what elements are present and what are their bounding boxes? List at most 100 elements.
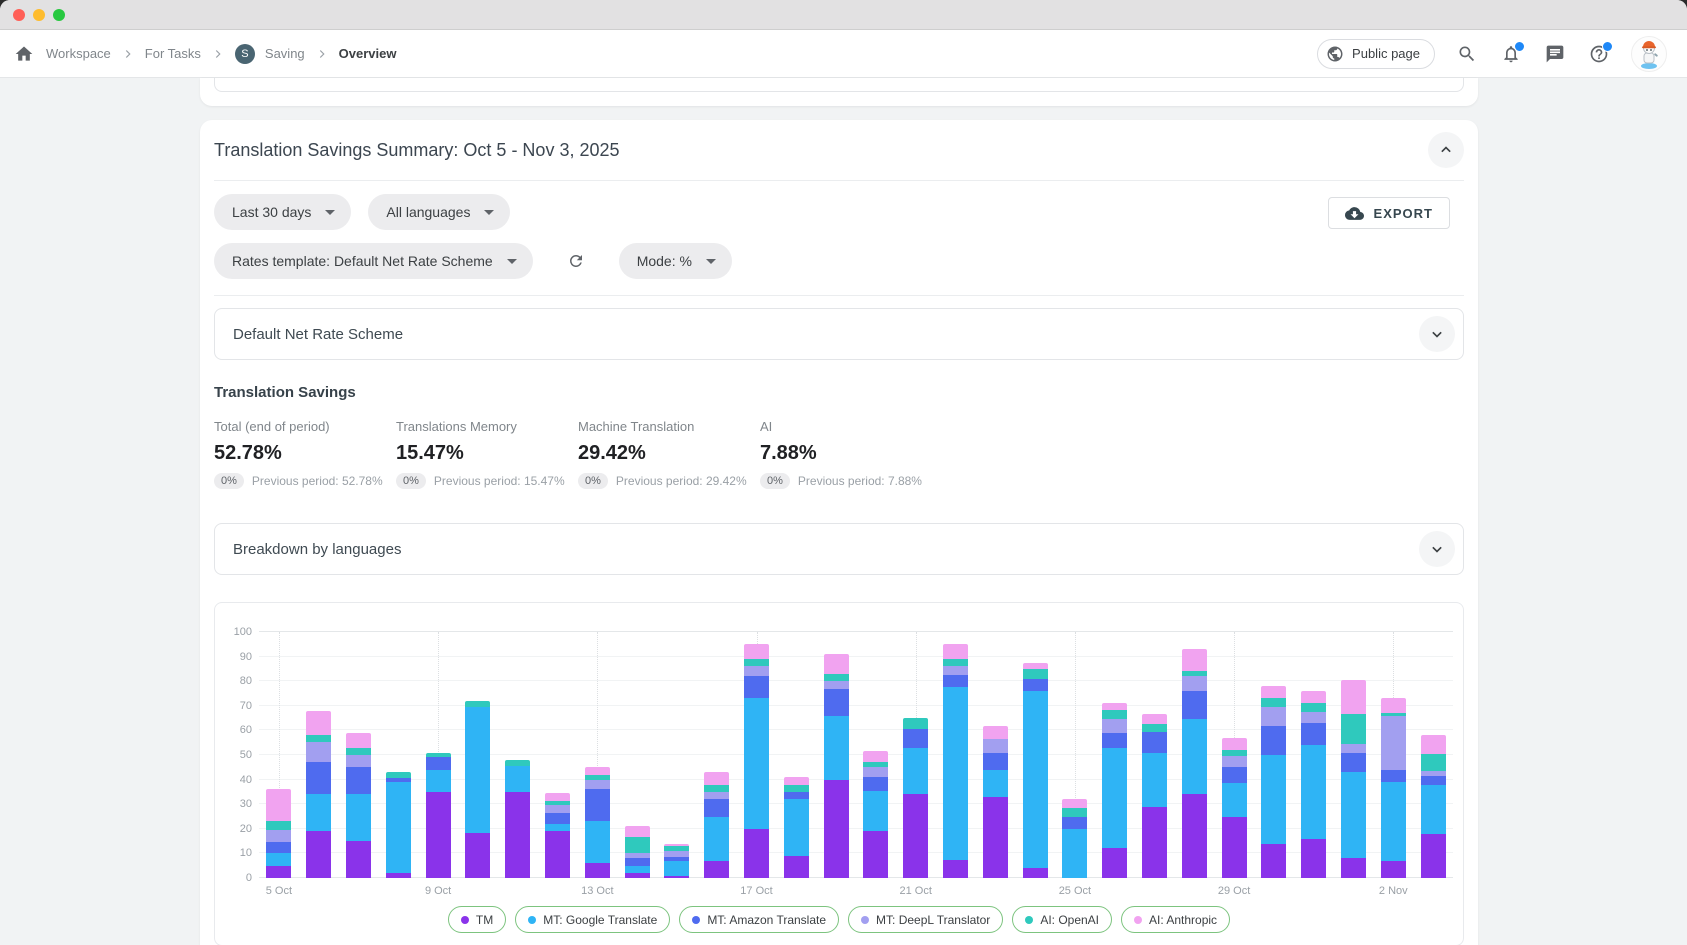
languages-dropdown[interactable]: All languages xyxy=(368,194,510,230)
bar-slot xyxy=(657,632,697,878)
bar-slot xyxy=(936,632,976,878)
user-avatar[interactable] xyxy=(1631,36,1667,72)
languages-value: All languages xyxy=(386,204,470,220)
breadcrumb-for-tasks[interactable]: For Tasks xyxy=(145,46,201,61)
bar-slot xyxy=(1135,632,1175,878)
chevron-down-icon xyxy=(507,259,517,264)
expand-rate-scheme-button[interactable] xyxy=(1419,316,1455,352)
bar-segment xyxy=(1222,756,1247,767)
breadcrumb-workspace[interactable]: Workspace xyxy=(46,46,111,61)
bar-segment xyxy=(1421,834,1446,878)
bar-slot xyxy=(697,632,737,878)
zoom-window-button[interactable] xyxy=(53,9,65,21)
bar-segment xyxy=(426,792,451,878)
chevron-right-icon xyxy=(211,47,225,61)
collapse-section-button[interactable] xyxy=(1428,132,1464,168)
previous-period-text: Previous period: 52.78% xyxy=(252,474,383,488)
bar-segment xyxy=(1062,799,1087,808)
bar-segment xyxy=(1142,724,1167,731)
bar-segment xyxy=(903,729,928,747)
home-icon[interactable] xyxy=(12,42,36,66)
mode-value: Mode: % xyxy=(637,253,692,269)
stat-machine-translation: Machine Translation 29.42% 0%Previous pe… xyxy=(578,419,760,489)
breadcrumb: Workspace For Tasks S Saving Overview xyxy=(12,42,396,66)
export-button[interactable]: EXPORT xyxy=(1328,197,1450,229)
macos-titlebar xyxy=(0,0,1687,30)
bar-segment xyxy=(903,794,928,878)
stacked-bar-25-oct xyxy=(1062,799,1087,878)
bar-segment xyxy=(266,866,291,878)
bar-slot xyxy=(856,632,896,878)
bar-segment xyxy=(625,826,650,837)
bar-segment xyxy=(1381,861,1406,878)
chat-icon[interactable] xyxy=(1543,42,1567,66)
stat-label: Total (end of period) xyxy=(214,419,396,434)
bar-segment xyxy=(505,792,530,878)
breadcrumb-saving[interactable]: Saving xyxy=(265,46,305,61)
bar-segment xyxy=(465,833,490,879)
legend-color-dot xyxy=(461,916,469,924)
bar-segment xyxy=(306,762,331,794)
public-page-button[interactable]: Public page xyxy=(1317,39,1435,69)
x-axis-tick-label: 2 Nov xyxy=(1379,885,1408,897)
bar-segment xyxy=(1261,686,1286,698)
bar-segment xyxy=(744,698,769,828)
legend-item-mt-deepl-translator[interactable]: MT: DeepL Translator xyxy=(848,906,1003,933)
legend-item-mt-amazon-translate[interactable]: MT: Amazon Translate xyxy=(679,906,839,933)
x-axis-tick-label: 17 Oct xyxy=(740,885,772,897)
close-window-button[interactable] xyxy=(13,9,25,21)
mode-dropdown[interactable]: Mode: % xyxy=(619,243,732,279)
stacked-bar-17-oct xyxy=(744,644,769,878)
bar-segment xyxy=(346,748,371,755)
legend-color-dot xyxy=(528,916,536,924)
bar-segment xyxy=(943,860,968,878)
bar-segment xyxy=(943,687,968,859)
savings-chart-box: 01020304050607080901005 Oct9 Oct13 Oct17… xyxy=(214,602,1464,945)
legend-item-tm[interactable]: TM xyxy=(448,906,506,933)
chart-plot: 01020304050607080901005 Oct9 Oct13 Oct17… xyxy=(259,632,1453,878)
y-axis-tick-label: 0 xyxy=(222,872,252,884)
refresh-icon[interactable] xyxy=(562,247,590,275)
bar-segment xyxy=(585,767,610,774)
bar-slot xyxy=(1254,632,1294,878)
translation-savings-heading: Translation Savings xyxy=(214,384,1464,401)
legend-item-ai-openai[interactable]: AI: OpenAI xyxy=(1012,906,1112,933)
bar-segment xyxy=(1301,723,1326,745)
stat-ai: AI 7.88% 0%Previous period: 7.88% xyxy=(760,419,942,489)
chevron-down-icon xyxy=(1427,324,1447,344)
bar-segment xyxy=(824,716,849,780)
legend-item-mt-google-translate[interactable]: MT: Google Translate xyxy=(515,906,670,933)
stat-value: 52.78% xyxy=(214,442,396,465)
bar-segment xyxy=(585,863,610,878)
legend-label: AI: OpenAI xyxy=(1040,913,1099,927)
bar-slot xyxy=(1174,632,1214,878)
expand-breakdown-button[interactable] xyxy=(1419,531,1455,567)
public-page-label: Public page xyxy=(1352,46,1420,61)
bar-segment xyxy=(1182,649,1207,671)
rate-scheme-label: Default Net Rate Scheme xyxy=(233,326,403,343)
stacked-bar-23-oct xyxy=(983,726,1008,878)
legend-label: MT: Amazon Translate xyxy=(707,913,826,927)
bar-segment xyxy=(306,711,331,736)
minimize-window-button[interactable] xyxy=(33,9,45,21)
search-icon[interactable] xyxy=(1455,42,1479,66)
y-axis-tick-label: 30 xyxy=(222,798,252,810)
app-header: Workspace For Tasks S Saving Overview Pu… xyxy=(0,30,1687,78)
legend-item-ai-anthropic[interactable]: AI: Anthropic xyxy=(1121,906,1230,933)
date-range-dropdown[interactable]: Last 30 days xyxy=(214,194,351,230)
notifications-bell-icon[interactable] xyxy=(1499,42,1523,66)
bar-segment xyxy=(1261,844,1286,878)
bar-segment xyxy=(784,785,809,792)
bar-segment xyxy=(943,659,968,666)
bar-segment xyxy=(1222,738,1247,750)
bar-segment xyxy=(1023,868,1048,878)
bar-segment xyxy=(1102,719,1127,733)
bar-segment xyxy=(943,675,968,687)
help-icon[interactable] xyxy=(1587,42,1611,66)
stacked-bar-30-oct xyxy=(1261,686,1286,878)
rates-template-dropdown[interactable]: Rates template: Default Net Rate Scheme xyxy=(214,243,533,279)
bar-segment xyxy=(1142,753,1167,807)
stat-label: Translations Memory xyxy=(396,419,578,434)
stat-total: Total (end of period) 52.78% 0%Previous … xyxy=(214,419,396,489)
bar-segment xyxy=(625,866,650,873)
